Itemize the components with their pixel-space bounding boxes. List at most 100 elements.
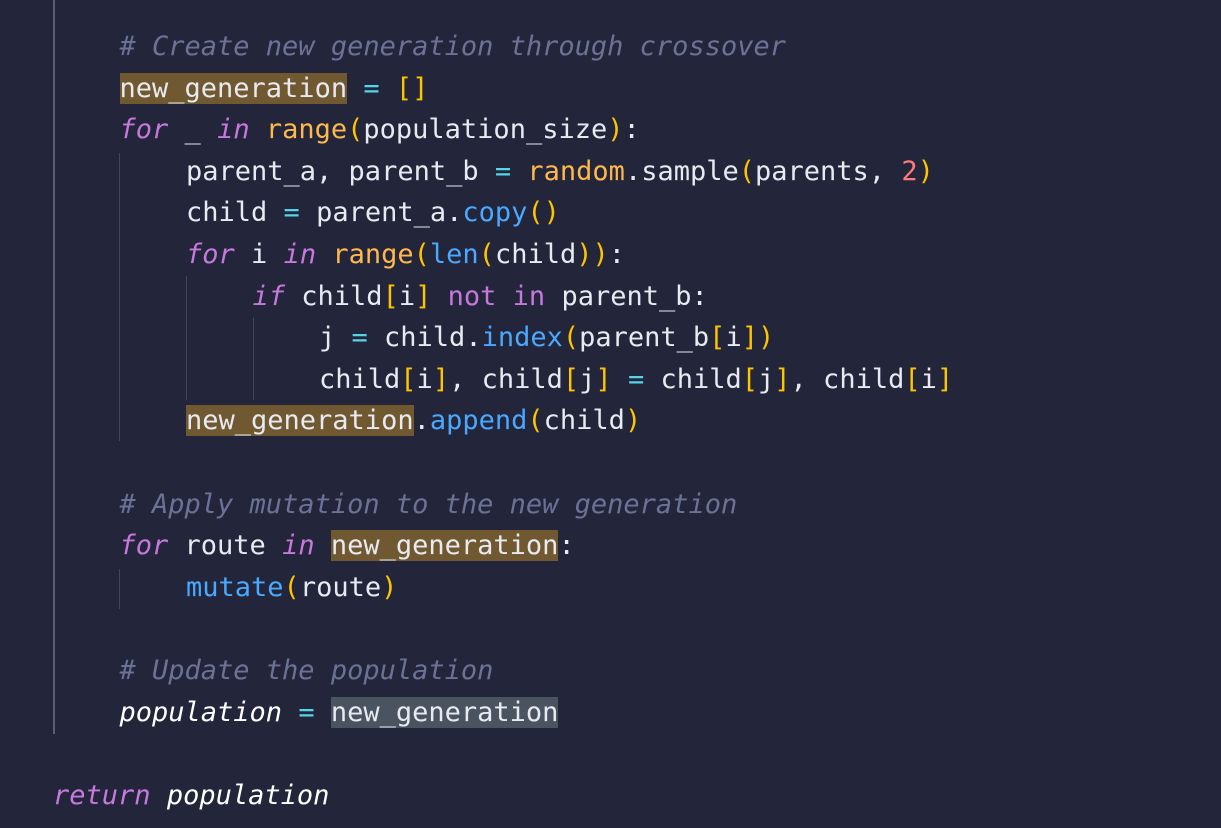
code-token: ) bbox=[624, 405, 642, 437]
code-token: parent_b bbox=[579, 322, 710, 354]
code-token: in bbox=[217, 114, 250, 146]
code-token: in bbox=[512, 280, 546, 312]
code-line[interactable]: mutate(route) bbox=[186, 567, 397, 609]
code-token: child bbox=[543, 405, 625, 437]
code-token: [ bbox=[382, 280, 399, 312]
indent-guide-if-block bbox=[253, 318, 254, 400]
code-line[interactable]: for _ in range(population_size): bbox=[120, 109, 640, 151]
code-token: ( bbox=[478, 239, 495, 270]
code-token: = bbox=[627, 363, 645, 395]
code-line[interactable]: j = child.index(parent_b[i]) bbox=[319, 317, 774, 359]
highlighted-token: new_generation bbox=[330, 696, 559, 728]
code-token: j bbox=[758, 363, 775, 395]
code-token: len bbox=[429, 239, 479, 270]
code-token: () bbox=[527, 197, 560, 229]
code-token: parent_b: bbox=[545, 280, 708, 312]
code-line[interactable]: population = new_generation bbox=[120, 692, 559, 734]
code-token: route bbox=[299, 571, 382, 603]
code-token: parents, bbox=[755, 155, 902, 187]
code-token: population_size bbox=[363, 114, 608, 146]
code-token: # Apply mutation to the new generation bbox=[119, 488, 738, 520]
code-token: [ bbox=[741, 363, 759, 395]
code-line[interactable]: # Update the population bbox=[120, 650, 494, 692]
code-token: ] bbox=[595, 363, 612, 395]
code-token: 2 bbox=[901, 155, 918, 187]
code-token: . bbox=[413, 405, 430, 437]
code-token: range bbox=[265, 114, 348, 146]
code-line[interactable]: return population bbox=[53, 775, 329, 817]
code-token: # Update the population bbox=[119, 655, 494, 686]
code-editor[interactable]: # Create new generation through crossove… bbox=[0, 0, 1221, 828]
code-token: parent_a. bbox=[299, 197, 463, 229]
code-token: child bbox=[285, 280, 383, 312]
code-token: if bbox=[252, 280, 286, 312]
code-token: i bbox=[416, 363, 433, 395]
code-token: index bbox=[481, 322, 563, 354]
highlighted-token: new_generation bbox=[330, 530, 559, 562]
code-line[interactable]: parent_a, parent_b = random.sample(paren… bbox=[186, 151, 934, 193]
code-token: ] bbox=[415, 280, 432, 312]
code-token: in bbox=[283, 239, 317, 270]
code-line[interactable]: if child[i] not in parent_b: bbox=[253, 276, 708, 318]
code-token: : bbox=[558, 530, 575, 562]
highlighted-token: new_generation bbox=[119, 72, 348, 104]
code-token: [] bbox=[395, 72, 429, 104]
code-token: ] bbox=[936, 363, 954, 395]
code-line[interactable]: new_generation = [] bbox=[119, 68, 429, 110]
code-token: i bbox=[725, 322, 742, 354]
code-token: ] bbox=[432, 363, 450, 395]
indent-guide-inner-for bbox=[186, 276, 187, 400]
code-line[interactable]: for i in range(len(child)): bbox=[186, 234, 625, 276]
highlighted-token: new_generation bbox=[186, 405, 414, 437]
code-token: route bbox=[168, 530, 283, 562]
code-token: for bbox=[119, 114, 169, 146]
code-token: .sample bbox=[624, 155, 739, 187]
code-token: ) bbox=[917, 155, 934, 187]
code-token: in bbox=[282, 530, 315, 562]
code-line[interactable]: for route in new_generation: bbox=[120, 525, 575, 567]
code-token: = bbox=[283, 197, 300, 229]
code-token: child. bbox=[367, 322, 482, 354]
code-token: parent_a, parent_b bbox=[186, 155, 495, 187]
indent-guide-level-0 bbox=[53, 0, 55, 734]
code-token: ]) bbox=[741, 322, 775, 354]
code-token: _ bbox=[168, 114, 218, 146]
code-line[interactable]: # Create new generation through crossove… bbox=[120, 26, 786, 68]
code-token: ( bbox=[738, 155, 755, 187]
code-token: mutate bbox=[186, 571, 284, 603]
code-token: = bbox=[298, 696, 315, 728]
code-token: = bbox=[494, 155, 512, 187]
code-token: append bbox=[429, 405, 528, 437]
code-token: child bbox=[644, 363, 742, 395]
code-token: [ bbox=[904, 363, 921, 395]
code-line[interactable]: child[i], child[j] = child[j], child[i] bbox=[319, 359, 953, 401]
code-line[interactable]: new_generation.append(child) bbox=[186, 400, 641, 442]
code-token: j bbox=[319, 322, 352, 354]
code-token: i bbox=[234, 239, 284, 270]
code-token: child bbox=[186, 197, 284, 229]
code-token: not bbox=[447, 280, 497, 312]
code-line[interactable]: # Apply mutation to the new generation bbox=[120, 484, 738, 526]
code-token: ( bbox=[527, 405, 544, 437]
code-token: child bbox=[319, 363, 401, 395]
code-token: ( bbox=[562, 322, 580, 354]
code-token: child bbox=[494, 239, 577, 270]
code-token: [ bbox=[400, 363, 417, 395]
code-line[interactable]: child = parent_a.copy() bbox=[186, 192, 560, 234]
indent-guide-crossover-loop bbox=[119, 153, 120, 441]
code-token: j bbox=[579, 363, 596, 395]
code-token: copy bbox=[462, 197, 528, 229]
code-token: population bbox=[166, 779, 330, 811]
code-token: ) bbox=[607, 114, 624, 146]
code-token: range bbox=[332, 239, 414, 270]
code-token: i bbox=[920, 363, 937, 395]
code-token: [ bbox=[562, 363, 580, 395]
